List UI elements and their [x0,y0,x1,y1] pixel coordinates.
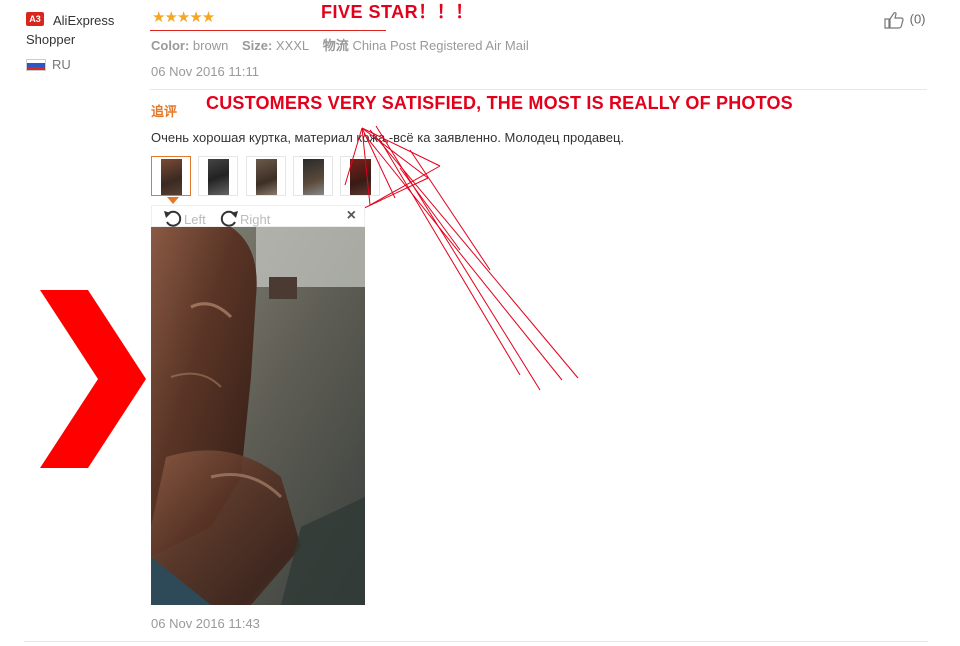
rotate-left-button[interactable]: Left [162,208,206,228]
like-button[interactable]: (0) [884,11,926,29]
leather-jacket-photo [151,227,365,605]
size-label: Size: [241,38,273,53]
annotation-pointer-lines [344,125,579,391]
color-value: brown [192,38,229,53]
image-viewer-toolbar: Left Right × [151,205,365,227]
rotate-right-button[interactable]: Right [218,208,270,228]
close-icon[interactable]: × [347,207,356,225]
reviewer-country: RU [52,57,71,72]
shipping-label: 物流 [322,38,349,53]
followup-date: 06 Nov 2016 11:43 [151,616,260,631]
rotate-left-label: Left [184,212,206,227]
big-red-chevron-icon [40,290,146,468]
like-count: (0) [909,11,926,27]
review-date: 06 Nov 2016 11:11 [151,64,259,79]
selected-thumbnail-pointer [167,197,179,204]
followup-tag: 追评 [151,104,178,119]
russia-flag-icon [26,59,46,71]
divider [24,641,928,642]
rotate-right-icon [220,210,238,227]
size-value: XXXL [275,38,310,53]
photo-thumbnail[interactable] [151,156,191,196]
photo-thumbnail[interactable] [246,156,286,196]
review-photo[interactable] [151,227,365,605]
order-properties: Color: brown Size: XXXL 物流 China Post Re… [151,35,539,54]
photo-thumbnail[interactable] [293,156,333,196]
annotation-five-star: FIVE STAR！！！ [321,2,474,22]
rotate-right-label: Right [240,212,271,227]
shipping-value: China Post Registered Air Mail [352,38,529,53]
photo-thumbnail[interactable] [198,156,238,196]
star-rating: ★★★★★ [152,9,215,26]
color-label: Color: [151,38,190,53]
thumbs-up-icon [884,12,904,29]
level-badge: A3 [26,12,44,26]
divider [150,89,927,90]
annotation-underline [150,30,386,31]
rotate-left-icon [164,210,182,227]
